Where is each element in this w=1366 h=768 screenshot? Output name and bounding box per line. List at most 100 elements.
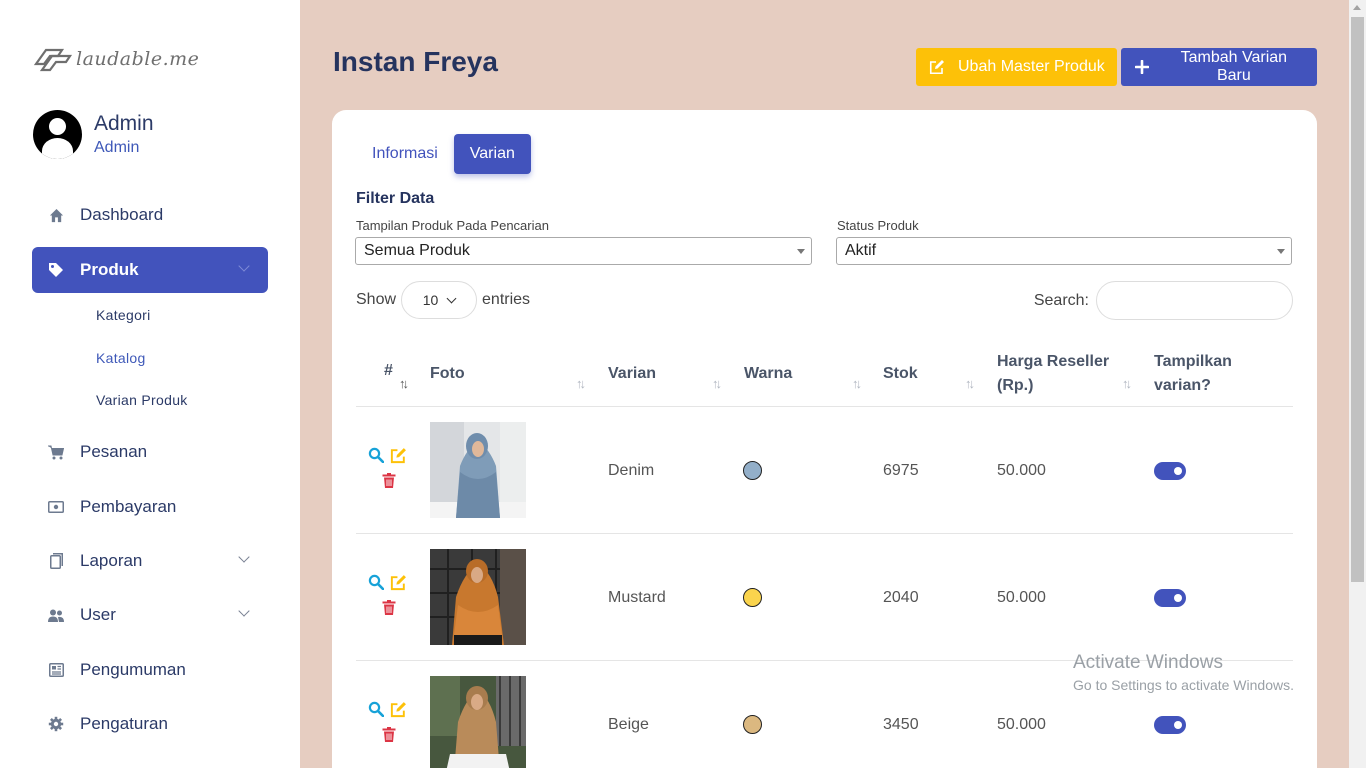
col-header-label: varian? — [1154, 376, 1211, 394]
sort-icon: ↑↓ — [712, 376, 722, 391]
user-profile: Admin Admin — [33, 110, 154, 159]
color-cell — [743, 661, 762, 768]
col-header-label: (Rp.) — [997, 376, 1034, 394]
home-icon — [48, 207, 64, 223]
watermark-title: Activate Windows — [1073, 652, 1223, 673]
edit-master-product-button[interactable]: Ubah Master Produk — [916, 48, 1117, 86]
logo-text: laudable.me — [76, 48, 200, 70]
sidebar-item-label: Pengumuman — [80, 660, 186, 679]
entries-select[interactable]: 10 — [401, 281, 478, 319]
color-swatch — [743, 715, 762, 734]
tag-icon — [48, 262, 64, 278]
sort-icon: ↑↓ — [965, 376, 975, 391]
submenu-item-kategori[interactable]: Kategori — [32, 293, 268, 337]
color-cell — [743, 534, 762, 661]
scrollbar-thumb[interactable] — [1351, 17, 1364, 582]
submenu-item-varian-produk[interactable]: Varian Produk — [32, 379, 268, 421]
search-label: Search: — [1033, 291, 1089, 309]
variant-photo[interactable] — [430, 549, 526, 645]
plus-icon — [1133, 60, 1151, 74]
sidebar-item-pesanan[interactable]: Pesanan — [32, 429, 268, 475]
search-icon[interactable] — [368, 447, 384, 463]
visibility-cell — [1154, 534, 1186, 661]
color-swatch — [743, 588, 762, 607]
sidebar-item-pengumuman[interactable]: Pengumuman — [32, 647, 268, 693]
users-icon — [48, 607, 64, 623]
table-search: Search: — [1034, 281, 1293, 320]
brand-logo[interactable]: laudable.me — [32, 42, 199, 76]
color-swatch — [743, 461, 762, 480]
display-filter-label: Tampilan Produk Pada Pencarian — [356, 218, 549, 233]
entries-value: 10 — [422, 292, 439, 308]
page-scrollbar[interactable] — [1349, 0, 1366, 768]
visibility-toggle[interactable] — [1154, 588, 1186, 607]
stock-value: 2040 — [883, 588, 919, 606]
sidebar-item-label: Produk — [80, 260, 139, 279]
logo-icon — [33, 48, 73, 72]
price-value: 50.000 — [997, 588, 1046, 606]
edit-button-label: Ubah Master Produk — [958, 58, 1105, 75]
trash-icon[interactable] — [382, 473, 396, 488]
sort-icon: ↑↓ — [576, 376, 586, 391]
sidebar-item-pengaturan[interactable]: Pengaturan — [32, 701, 268, 747]
file-icon — [48, 553, 64, 569]
sidebar-menu: Dashboard Produk Kategori Katalog Varian… — [32, 192, 268, 747]
tab-informasi[interactable]: Informasi — [356, 134, 454, 174]
sidebar-item-label: Laporan — [80, 551, 143, 570]
sidebar-item-laporan[interactable]: Laporan — [32, 538, 268, 584]
row-actions — [368, 574, 412, 624]
submenu-item-katalog[interactable]: Katalog — [32, 337, 268, 379]
search-icon[interactable] — [368, 701, 384, 717]
search-input[interactable] — [1096, 281, 1293, 320]
table-row: Mustard 2040 50.000 — [356, 534, 1293, 661]
visibility-toggle[interactable] — [1154, 461, 1186, 480]
variant-photo[interactable] — [430, 422, 526, 518]
status-filter-value: Aktif — [845, 242, 877, 259]
tab-varian[interactable]: Varian — [453, 134, 531, 174]
activation-watermark: Activate Windows Go to Settings to activ… — [1073, 651, 1294, 695]
variant-photo[interactable] — [430, 676, 526, 768]
chevron-down-icon — [238, 551, 250, 563]
sidebar-item-label: User — [80, 605, 116, 624]
col-header-number[interactable]: # — [384, 340, 393, 407]
sidebar-item-label: Pembayaran — [80, 497, 177, 516]
visibility-cell — [1154, 407, 1186, 534]
status-filter-select[interactable]: Aktif — [836, 237, 1292, 265]
edit-icon[interactable] — [390, 701, 407, 718]
sidebar-item-user[interactable]: User — [32, 592, 268, 638]
profile-role[interactable]: Admin — [94, 137, 154, 159]
scroll-up-arrow-icon[interactable] — [1353, 5, 1361, 10]
chevron-down-icon — [238, 260, 250, 272]
sidebar-item-dashboard[interactable]: Dashboard — [32, 192, 268, 238]
page-title: Instan Freya — [333, 46, 498, 77]
variant-name: Mustard — [608, 588, 666, 606]
visibility-toggle[interactable] — [1154, 715, 1186, 734]
col-header-show-variant[interactable]: Tampilkan varian? — [1154, 340, 1232, 407]
col-header-variant[interactable]: Varian — [608, 340, 656, 407]
caret-down-icon — [1277, 249, 1285, 254]
search-icon[interactable] — [368, 574, 384, 590]
col-header-color[interactable]: Warna — [744, 340, 792, 407]
col-header-stock[interactable]: Stok — [883, 340, 918, 407]
col-header-label: # — [384, 362, 393, 379]
add-button-label: Tambah Varian Baru — [1180, 49, 1288, 84]
gear-icon — [48, 716, 64, 732]
trash-icon[interactable] — [382, 727, 396, 742]
sidebar-item-label: Dashboard — [80, 205, 164, 224]
sidebar-item-pembayaran[interactable]: Pembayaran — [32, 484, 268, 530]
display-filter-select[interactable]: Semua Produk — [355, 237, 812, 265]
col-header-photo[interactable]: Foto — [430, 340, 465, 407]
col-header-label: Stok — [883, 364, 918, 382]
watermark-subtitle: Go to Settings to activate Windows. — [1073, 677, 1294, 693]
table-header: # ↑↓ Foto ↑↓ Varian ↑↓ Warna ↑↓ Stok ↑↓ … — [356, 340, 1293, 407]
edit-icon[interactable] — [390, 574, 407, 591]
display-filter-value: Semua Produk — [364, 242, 470, 259]
sidebar-item-produk[interactable]: Produk — [32, 247, 268, 293]
col-header-price[interactable]: Harga Reseller (Rp.) — [997, 340, 1109, 407]
sort-icon: ↑↓ — [1122, 376, 1132, 391]
add-variant-button[interactable]: Tambah Varian Baru — [1121, 48, 1317, 86]
trash-icon[interactable] — [382, 600, 396, 615]
edit-icon[interactable] — [390, 447, 407, 464]
cart-icon — [48, 444, 64, 460]
profile-name: Admin — [94, 111, 154, 135]
